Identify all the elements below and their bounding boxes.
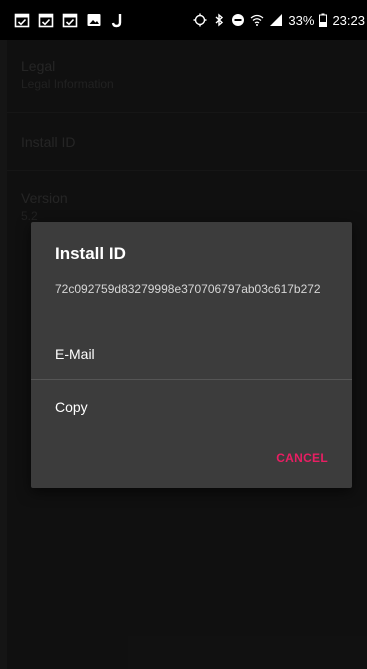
location-icon	[193, 13, 207, 27]
cancel-button[interactable]: CANCEL	[276, 451, 328, 465]
wifi-icon	[250, 13, 264, 27]
signal-icon	[269, 13, 283, 27]
calendar-check-icon	[62, 12, 78, 28]
notification-icons	[0, 12, 126, 28]
email-option[interactable]: E-Mail	[31, 329, 352, 379]
battery-percent: 33%	[288, 12, 315, 28]
status-bar: 33% 23:23	[0, 0, 367, 40]
clock: 23:23	[332, 12, 365, 28]
install-id-dialog: Install ID 72c092759d83279998e370706797a…	[31, 222, 352, 488]
battery-icon	[319, 13, 328, 27]
dialog-title: Install ID	[55, 244, 126, 263]
bluetooth-icon	[212, 13, 226, 27]
do-not-disturb-icon	[231, 13, 245, 27]
j-app-icon	[110, 12, 126, 28]
dialog-divider	[31, 379, 352, 380]
install-id-value: 72c092759d83279998e370706797ab03c617b272	[55, 282, 321, 296]
calendar-check-icon	[14, 12, 30, 28]
calendar-check-icon	[38, 12, 54, 28]
image-icon	[86, 12, 102, 28]
system-status-icons: 33% 23:23	[193, 13, 367, 28]
copy-option[interactable]: Copy	[31, 382, 352, 432]
